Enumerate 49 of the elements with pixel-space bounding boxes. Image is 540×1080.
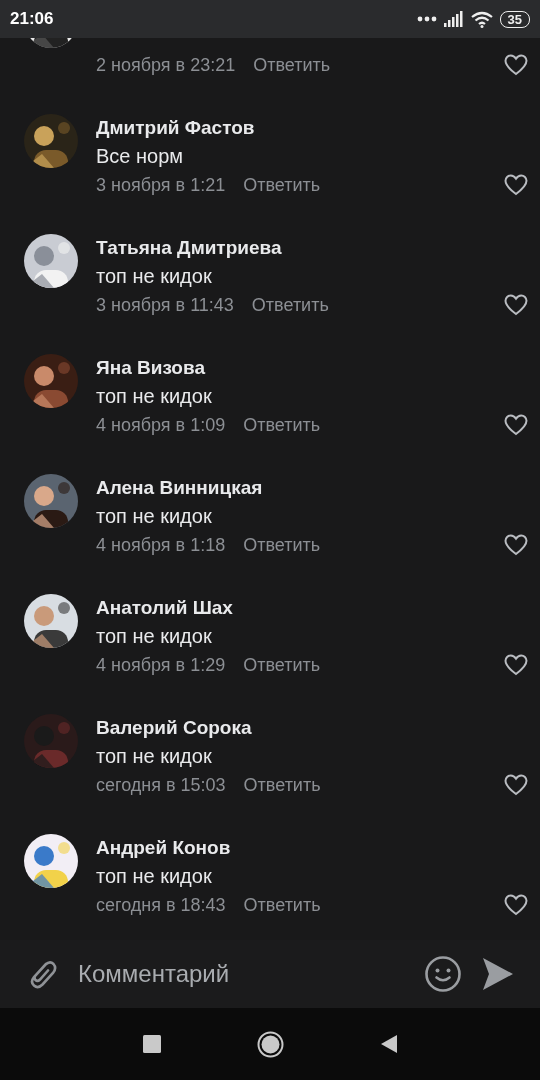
author-name[interactable]: Татьяна Дмитриева [96,234,516,262]
reply-link[interactable]: Ответить [243,174,321,196]
comment-date: 2 ноября в 23:21 [96,54,236,76]
like-heart-icon[interactable] [504,174,528,196]
like-heart-icon[interactable] [504,294,528,316]
like-heart-icon[interactable] [504,894,528,916]
battery-indicator: 35 [499,10,530,28]
back-icon[interactable] [379,1034,398,1054]
author-name[interactable]: Анатолий Шах [96,594,516,622]
dots-icon [416,16,437,22]
reply-link[interactable]: Ответить [251,294,329,316]
home-icon[interactable] [256,1030,284,1058]
reply-link[interactable]: Ответить [243,894,321,916]
comment-date: сегодня в 15:03 [96,774,226,796]
author-name[interactable]: Алена Винницкая [96,474,516,502]
reply-link[interactable]: Ответить [243,534,321,556]
reply-link[interactable]: Ответить [243,654,321,676]
comment-date: 4 ноября в 1:29 [96,654,226,676]
signal-icon [443,11,464,27]
recents-icon[interactable] [142,1035,161,1053]
author-name[interactable]: Валерий Сорока [96,714,516,742]
like-heart-icon[interactable] [504,534,528,556]
comment-text: топ не кидок [96,864,213,889]
comment-date: 3 ноября в 11:43 [96,294,234,316]
like-heart-icon[interactable] [504,654,528,676]
like-heart-icon[interactable] [504,54,528,76]
reply-link[interactable]: Ответить [253,54,331,76]
comment-text: топ не кидок [96,384,213,409]
like-heart-icon[interactable] [504,414,528,436]
reply-link[interactable]: Ответить [243,414,321,436]
comment-date: 3 ноября в 1:21 [96,174,226,196]
comment-text: топ не кидок [96,744,213,769]
comment-text: топ не кидок [96,624,213,649]
comment-text: Все норм [96,144,185,169]
wifi-icon [470,10,493,28]
comment-date: 4 ноября в 1:18 [96,534,226,556]
like-heart-icon[interactable] [504,774,528,796]
author-name[interactable]: Яна Визова [96,354,516,382]
author-name[interactable]: Андрей Конов [96,834,516,862]
comment-text: топ не кидок [96,504,213,529]
status-time: 21:06 [10,9,54,29]
comment-date: сегодня в 18:43 [96,894,226,916]
smiley-icon[interactable] [424,955,462,993]
comment-input[interactable]: Комментарий [78,956,404,992]
author-name[interactable]: Дмитрий Фастов [96,114,516,142]
comment-date: 4 ноября в 1:09 [96,414,226,436]
reply-link[interactable]: Ответить [243,774,321,796]
send-icon[interactable] [482,957,514,991]
comment-text: топ не кидок [96,264,213,289]
